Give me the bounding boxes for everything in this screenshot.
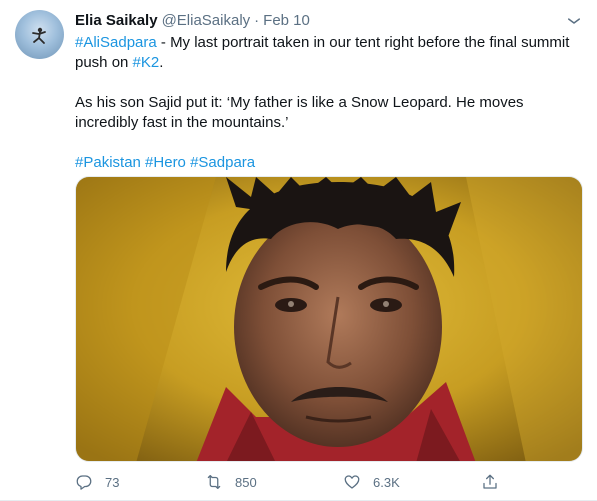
share-button[interactable] [481, 470, 499, 494]
tweet-paragraph-2: As his son Sajid put it: ‘My father is l… [75, 94, 524, 131]
tweet-date[interactable]: Feb 10 [263, 12, 310, 29]
retweet-button[interactable]: 850 [205, 470, 257, 494]
heart-icon [344, 475, 360, 489]
like-count: 6.3K [373, 474, 400, 490]
tweet-actions: 73 850 6.3K [75, 470, 583, 494]
tweet[interactable]: Elia Saikaly @EliaSaikaly · Feb 10 #AliSadp… [0, 0, 597, 501]
avatar-figure-icon [32, 27, 46, 44]
reply-button[interactable]: 73 [75, 470, 119, 494]
tweet-photo[interactable] [75, 176, 583, 462]
author-handle[interactable]: @EliaSaikaly [162, 12, 251, 29]
tweet-text-fragment: . [159, 54, 164, 71]
author-name[interactable]: Elia Saikaly [75, 12, 158, 29]
avatar[interactable] [15, 10, 64, 59]
separator-dot: · [254, 12, 260, 29]
like-button[interactable]: 6.3K [343, 470, 400, 494]
hashtag-sadpara[interactable]: #Sadpara [190, 154, 255, 171]
tweet-header: Elia Saikaly @EliaSaikaly · Feb 10 [75, 11, 310, 31]
tweet-paragraph-1: #AliSadpara - My last portrait taken in … [75, 33, 585, 73]
portrait-photo [76, 177, 582, 461]
hashtag-alisadpara[interactable]: #AliSadpara [75, 34, 157, 51]
retweet-count: 850 [235, 474, 257, 490]
hashtag-hero[interactable]: #Hero [145, 154, 186, 171]
retweet-icon [207, 474, 221, 490]
reply-icon [76, 475, 92, 490]
hashtag-k2[interactable]: #K2 [133, 54, 160, 71]
tweet-text: #AliSadpara - My last portrait taken in … [75, 33, 585, 173]
reply-count: 73 [105, 474, 120, 490]
share-icon [483, 474, 497, 489]
tweet-hashtags: #Pakistan #Hero #Sadpara [75, 153, 585, 173]
more-icon[interactable] [565, 11, 583, 29]
hashtag-pakistan[interactable]: #Pakistan [75, 154, 141, 171]
